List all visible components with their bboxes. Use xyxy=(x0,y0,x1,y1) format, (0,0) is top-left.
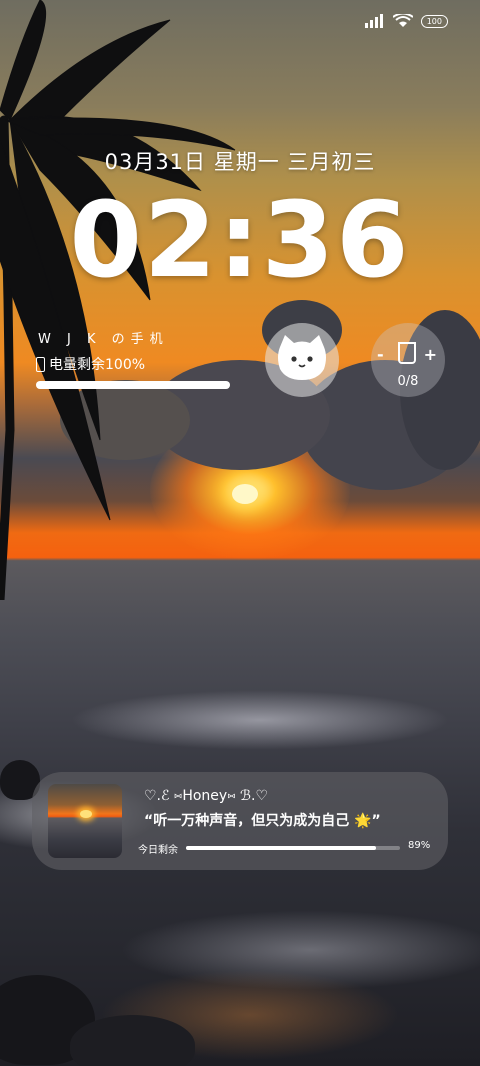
album-art-sun xyxy=(80,810,92,818)
battery-info: 电量剩余100% xyxy=(36,354,145,374)
progress-percent: 89% xyxy=(408,840,431,851)
phone-icon xyxy=(36,356,45,372)
water-widget: - + 0/8 xyxy=(371,323,445,397)
music-artist: ♡.ℰ ⑅Honey⑅ ℬ.♡ xyxy=(144,788,269,804)
album-art[interactable] xyxy=(48,784,122,858)
rock xyxy=(70,1015,195,1066)
battery-progress-bar xyxy=(36,381,230,389)
battery-text: 电量剩余100% xyxy=(49,357,146,373)
water-minus-button[interactable]: - xyxy=(377,345,384,364)
status-bar: 100 xyxy=(364,14,448,28)
lockscreen-clock: 02:36 xyxy=(69,179,411,301)
day-progress-fill xyxy=(186,846,377,850)
progress-label: 今日剩余 xyxy=(138,845,178,856)
wave xyxy=(70,690,450,750)
lockscreen-date: 03月31日 星期一 三月初三 xyxy=(104,150,376,174)
battery-icon: 100 xyxy=(420,14,448,28)
water-plus-button[interactable]: + xyxy=(424,345,437,364)
cat-icon xyxy=(278,335,326,380)
signal-icon xyxy=(364,14,383,28)
pet-widget[interactable] xyxy=(265,323,339,397)
music-widget[interactable]: ♡.ℰ ⑅Honey⑅ ℬ.♡ “听一万种声音，但只为成为自己 🌟” 今日剩余 … xyxy=(32,772,448,870)
wifi-icon xyxy=(392,14,413,27)
cup-icon xyxy=(398,342,416,364)
battery-level: 100 xyxy=(426,16,442,26)
music-lyric: “听一万种声音，但只为成为自己 🌟” xyxy=(144,813,381,829)
battery-progress-fill xyxy=(36,381,230,389)
device-name: W J K の手机 xyxy=(38,332,169,347)
water-count: 0/8 xyxy=(397,374,419,389)
day-progress-bar xyxy=(186,846,400,850)
